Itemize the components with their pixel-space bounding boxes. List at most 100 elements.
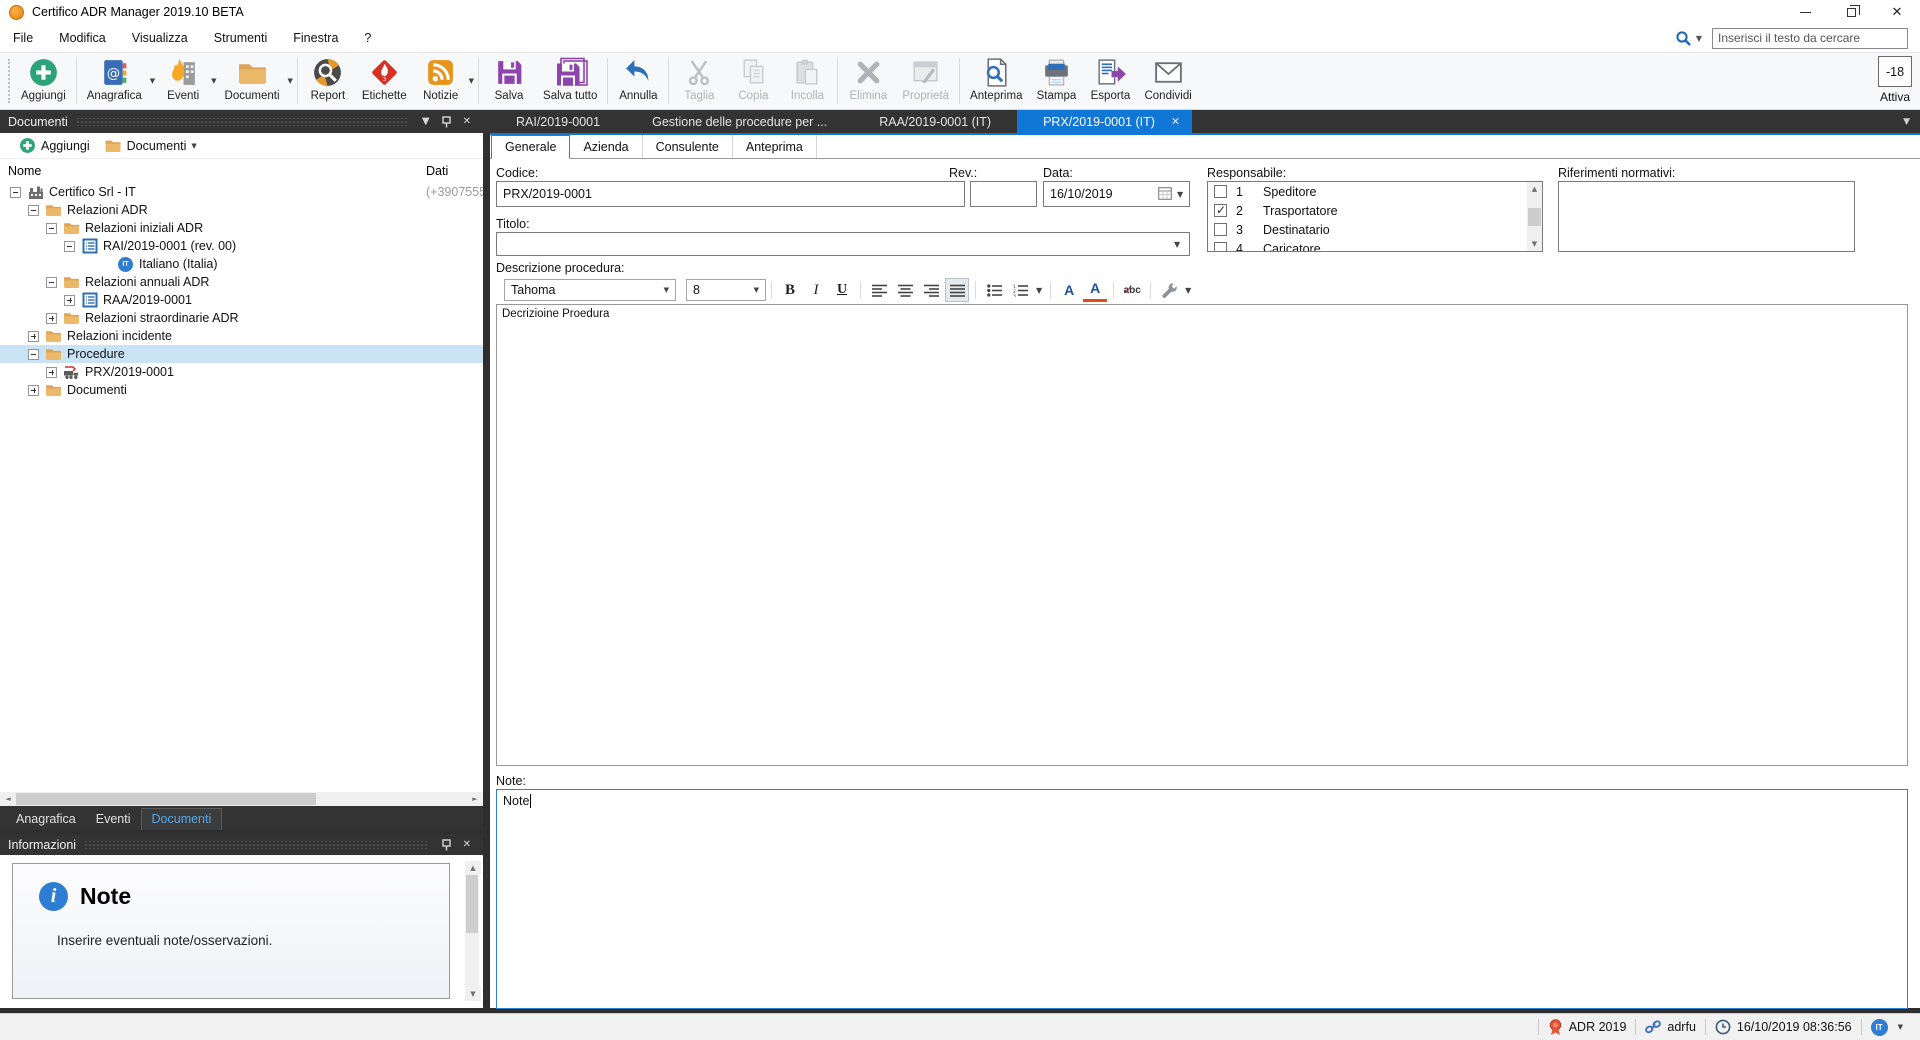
panel-dropdown-icon[interactable]: ▼: [416, 116, 436, 127]
codice-input[interactable]: [496, 181, 965, 207]
expand-icon[interactable]: [28, 331, 39, 342]
responsabile-row[interactable]: 4 Caricatore: [1208, 239, 1542, 252]
report-button[interactable]: Report: [301, 53, 355, 109]
language-status[interactable]: IT ▼: [1862, 1019, 1912, 1036]
numbered-list-dropdown-icon[interactable]: ▼: [1033, 286, 1045, 295]
anagrafica-dropdown-icon[interactable]: ▼: [149, 77, 156, 85]
font-size-combo[interactable]: 8 ▼: [686, 279, 766, 301]
tree-item[interactable]: RAA/2019-0001: [0, 291, 483, 309]
font-button[interactable]: A: [1057, 278, 1081, 302]
column-nome[interactable]: Nome: [0, 164, 41, 178]
eventi-button[interactable]: Eventi: [156, 53, 210, 109]
doc-tab[interactable]: RAI/2019-0001: [490, 110, 626, 133]
responsabile-row[interactable]: 3 Destinatario: [1208, 220, 1542, 239]
menu-help[interactable]: ?: [351, 27, 384, 49]
scrollbar-thumb[interactable]: [466, 875, 478, 933]
rev-input[interactable]: [970, 181, 1037, 207]
menu-strumenti[interactable]: Strumenti: [201, 27, 281, 49]
anagrafica-button[interactable]: @ Anagrafica: [80, 53, 149, 109]
align-right-button[interactable]: [919, 278, 943, 302]
scroll-up-icon[interactable]: ▲: [1527, 182, 1542, 196]
wrench-button[interactable]: [1157, 278, 1181, 302]
tree-horizontal-scrollbar[interactable]: ◄ ►: [0, 792, 483, 806]
font-color-button[interactable]: A: [1083, 278, 1107, 302]
responsabile-row[interactable]: 1 Speditore: [1208, 182, 1542, 201]
checkbox-unchecked[interactable]: [1214, 223, 1227, 236]
riferimenti-textarea[interactable]: [1558, 181, 1855, 252]
pin-icon[interactable]: [436, 116, 457, 128]
checkbox-unchecked[interactable]: [1214, 185, 1227, 198]
tree-item[interactable]: PRX/2019-0001: [0, 363, 483, 381]
collapse-icon[interactable]: [10, 187, 21, 198]
scroll-right-icon[interactable]: ►: [467, 792, 483, 806]
pin-icon[interactable]: [436, 839, 457, 851]
dock-tab-anagrafica[interactable]: Anagrafica: [6, 809, 86, 830]
collapse-icon[interactable]: [64, 241, 75, 252]
tab-close-icon[interactable]: ✕: [1171, 115, 1180, 128]
notizie-dropdown-icon[interactable]: ▼: [468, 77, 475, 85]
font-name-combo[interactable]: Tahoma ▼: [504, 279, 676, 301]
tree-item[interactable]: Certifico Srl - IT (+3907555: [0, 183, 483, 201]
menu-finestra[interactable]: Finestra: [280, 27, 351, 49]
documenti-dropdown-icon[interactable]: ▼: [287, 77, 294, 85]
tree-item-selected[interactable]: Procedure: [0, 345, 483, 363]
aggiungi-button[interactable]: Aggiungi: [14, 53, 73, 109]
collapse-icon[interactable]: [28, 205, 39, 216]
collapse-icon[interactable]: [46, 277, 57, 288]
tab-list-dropdown-icon[interactable]: ▼: [1893, 110, 1920, 133]
checkbox-checked[interactable]: [1214, 204, 1227, 217]
search-input[interactable]: [1712, 28, 1908, 49]
checkbox-unchecked[interactable]: [1214, 242, 1227, 252]
doc-tab-active[interactable]: PRX/2019-0001 (IT) ✕: [1017, 110, 1192, 133]
salva-tutto-button[interactable]: Salva tutto: [536, 53, 604, 109]
collapse-icon[interactable]: [46, 223, 57, 234]
search-icon[interactable]: [1675, 30, 1692, 47]
expand-icon[interactable]: [28, 385, 39, 396]
scroll-up-icon[interactable]: ▲: [465, 861, 481, 875]
close-button[interactable]: ✕: [1874, 0, 1920, 24]
descrizione-editor[interactable]: Decrizioine Proedura: [496, 304, 1908, 766]
stampa-button[interactable]: Stampa: [1029, 53, 1083, 109]
menu-file[interactable]: File: [0, 27, 46, 49]
form-tab-azienda[interactable]: Azienda: [570, 135, 642, 158]
menu-modifica[interactable]: Modifica: [46, 27, 119, 49]
tree-item[interactable]: Relazioni annuali ADR: [0, 273, 483, 291]
notizie-button[interactable]: Notizie: [414, 53, 468, 109]
align-center-button[interactable]: [893, 278, 917, 302]
expand-icon[interactable]: [46, 313, 57, 324]
scroll-down-icon[interactable]: ▼: [465, 987, 481, 1001]
form-tab-consulente[interactable]: Consulente: [643, 135, 733, 158]
collapse-icon[interactable]: [28, 349, 39, 360]
minimize-button[interactable]: [1782, 0, 1828, 24]
tree-item[interactable]: Documenti: [0, 381, 483, 399]
tree-item[interactable]: Relazioni straordinarie ADR: [0, 309, 483, 327]
calendar-icon[interactable]: [1158, 187, 1172, 200]
annulla-button[interactable]: Annulla: [611, 53, 665, 109]
responsabile-scrollbar[interactable]: ▲ ▼: [1527, 182, 1542, 251]
search-options-icon[interactable]: ▼: [1696, 34, 1702, 43]
tree-item[interactable]: Relazioni iniziali ADR: [0, 219, 483, 237]
panel-close-icon[interactable]: ✕: [457, 839, 477, 850]
numbered-list-button[interactable]: 123: [1008, 278, 1032, 302]
tree-add-button[interactable]: Aggiungi: [12, 135, 97, 156]
tree-item[interactable]: Relazioni incidente: [0, 327, 483, 345]
anteprima-button[interactable]: Anteprima: [963, 53, 1029, 109]
dock-tab-eventi[interactable]: Eventi: [86, 809, 141, 830]
expand-icon[interactable]: [46, 367, 57, 378]
align-left-button[interactable]: [867, 278, 891, 302]
scrollbar-thumb[interactable]: [16, 793, 316, 805]
scrollbar-thumb[interactable]: [1528, 208, 1541, 226]
activation-link[interactable]: Attiva: [1880, 90, 1910, 104]
titolo-combo[interactable]: [496, 232, 1190, 256]
column-dati[interactable]: Dati: [426, 164, 448, 178]
bullet-list-button[interactable]: [982, 278, 1006, 302]
restore-button[interactable]: [1828, 0, 1874, 24]
doc-tab[interactable]: Gestione delle procedure per ...: [626, 110, 853, 133]
condividi-button[interactable]: Condividi: [1137, 53, 1198, 109]
tree-item[interactable]: IT Italiano (Italia): [0, 255, 483, 273]
panel-close-icon[interactable]: ✕: [457, 116, 477, 127]
documenti-button[interactable]: Documenti: [218, 53, 287, 109]
salva-button[interactable]: Salva: [482, 53, 536, 109]
doc-tab[interactable]: RAA/2019-0001 (IT): [853, 110, 1017, 133]
scroll-left-icon[interactable]: ◄: [0, 792, 16, 806]
